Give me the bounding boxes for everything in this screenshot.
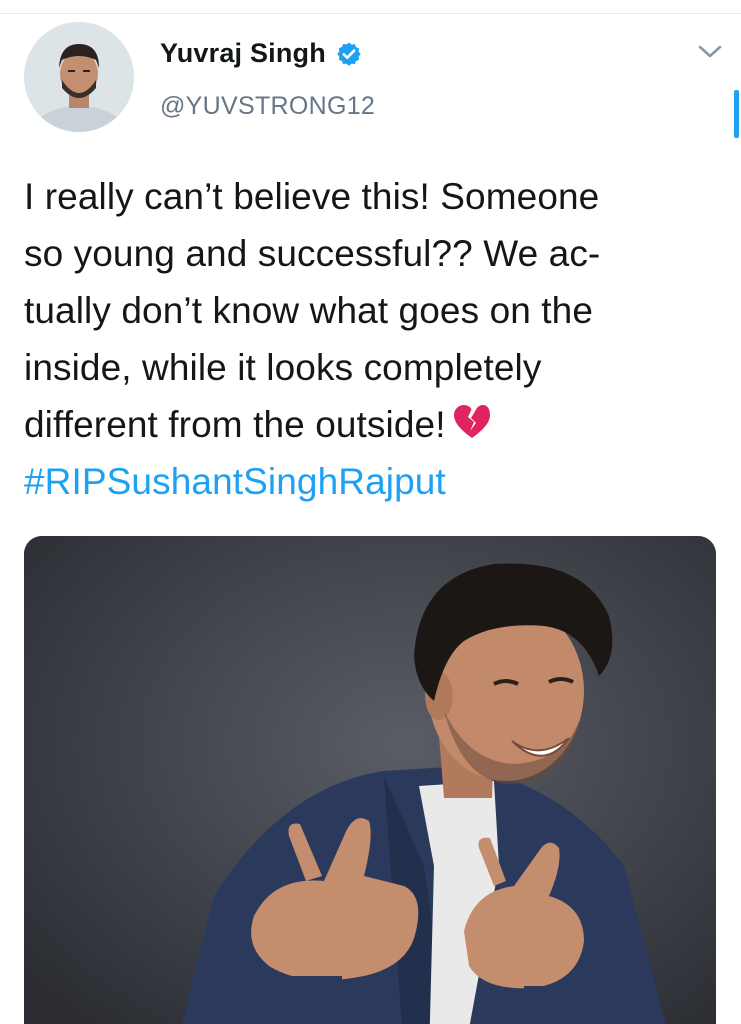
name-row: Yuvraj Singh	[160, 38, 362, 69]
tweet-header: Yuvraj Singh @YUVSTRONG12	[24, 22, 724, 134]
tweet-text-line: I really can’t believe this! Someone	[24, 176, 600, 217]
hashtag-link[interactable]: #RIPSushantSinghRajput	[24, 453, 724, 510]
photo-of-smiling-man-in-blue-blazer-icon	[24, 536, 716, 1024]
tweet-text-line-last: different from the outside!	[24, 396, 724, 453]
tweet-text-line: tually don’t know what goes on the	[24, 290, 594, 331]
display-name[interactable]: Yuvraj Singh	[160, 38, 326, 69]
scroll-indicator[interactable]	[734, 90, 739, 138]
tweet-text-line: so young and successful?? We ac-	[24, 233, 601, 274]
tweet-page: Yuvraj Singh @YUVSTRONG12 I really can’t…	[0, 0, 741, 1024]
user-handle[interactable]: @YUVSTRONG12	[160, 92, 375, 121]
broken-heart-icon	[452, 402, 492, 442]
verified-badge-icon	[336, 41, 362, 67]
top-divider	[0, 13, 741, 14]
profile-photo-icon	[24, 22, 134, 132]
tweet-text: I really can’t believe this! Someone so …	[24, 168, 724, 510]
avatar[interactable]	[24, 22, 134, 132]
tweet-media-image[interactable]	[24, 536, 716, 1024]
chevron-down-icon[interactable]	[696, 42, 724, 62]
tweet-text-segment: different from the outside!	[24, 404, 446, 445]
tweet-text-line: inside, while it looks completely	[24, 347, 542, 388]
